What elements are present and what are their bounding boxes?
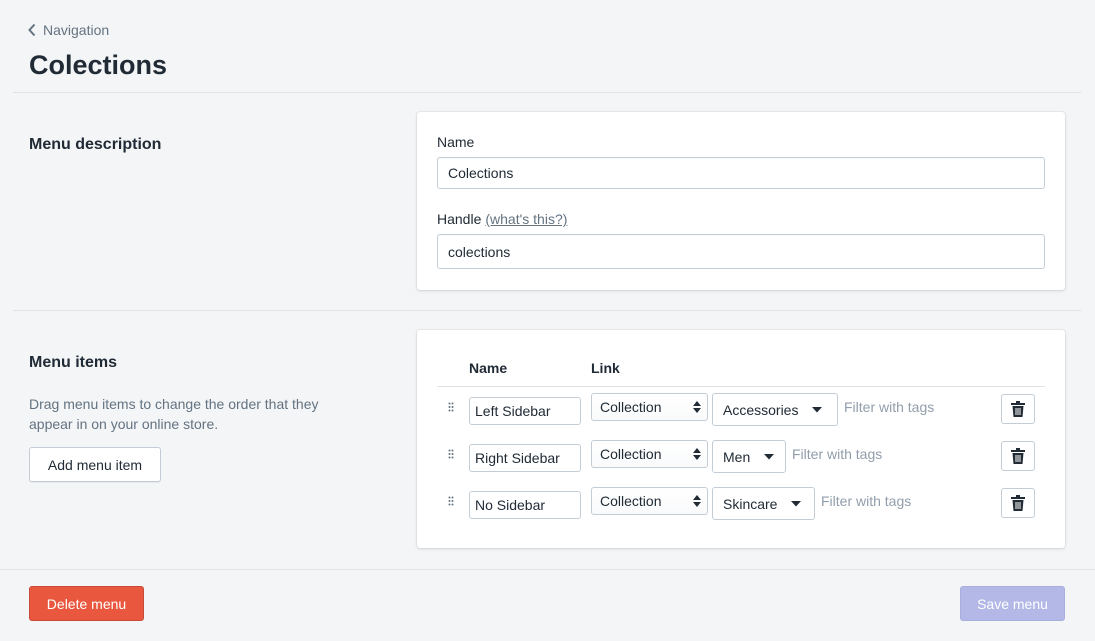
updown-arrow-icon — [693, 495, 701, 507]
menu-description-card: Name Colections Handle (what's this?) col… — [417, 112, 1065, 290]
table-row: Left Sidebar Collection Accessories Filt… — [417, 393, 1065, 437]
divider — [13, 310, 1081, 311]
handle-input[interactable]: colections — [437, 234, 1045, 269]
menu-description-heading: Menu description — [29, 136, 162, 153]
link-type-select[interactable]: Collection — [591, 393, 708, 421]
whats-this-link[interactable]: (what's this?) — [485, 211, 567, 227]
menu-items-description: Drag menu items to change the order that… — [29, 396, 319, 432]
updown-arrow-icon — [693, 448, 701, 460]
link-target-select[interactable]: Accessories — [712, 393, 838, 426]
link-target-select[interactable]: Skincare — [712, 487, 815, 520]
menu-item-name-input[interactable]: No Sidebar — [469, 491, 581, 519]
table-row: Right Sidebar Collection Men Filter with… — [417, 440, 1065, 484]
handle-label: Handle — [437, 211, 482, 227]
menu-item-name-input[interactable]: Right Sidebar — [469, 444, 581, 472]
menu-items-card: Name Link Left Sidebar Collection Access… — [417, 330, 1065, 548]
caret-down-icon — [791, 500, 802, 506]
link-type-value: Collection — [600, 446, 662, 462]
caret-down-icon — [812, 406, 823, 412]
trash-icon — [1011, 448, 1025, 464]
page-title: Colections — [29, 50, 168, 80]
link-target-value: Men — [723, 448, 751, 465]
link-type-select[interactable]: Collection — [591, 487, 708, 515]
table-row: No Sidebar Collection Skincare Filter wi… — [417, 487, 1065, 531]
filter-with-tags-link[interactable]: Filter with tags — [821, 493, 911, 509]
filter-with-tags-link[interactable]: Filter with tags — [792, 446, 882, 462]
delete-item-button[interactable] — [1001, 441, 1035, 471]
delete-menu-button[interactable]: Delete menu — [29, 586, 144, 621]
link-type-value: Collection — [600, 399, 662, 415]
divider — [13, 92, 1081, 93]
link-type-value: Collection — [600, 493, 662, 509]
drag-handle-icon[interactable] — [448, 495, 454, 513]
chevron-left-icon — [28, 23, 36, 37]
caret-down-icon — [764, 453, 775, 459]
trash-icon — [1011, 495, 1025, 511]
link-target-value: Skincare — [723, 495, 778, 512]
handle-label-row: Handle (what's this?) — [437, 211, 567, 227]
table-divider — [437, 386, 1045, 387]
breadcrumb-label: Navigation — [43, 22, 110, 38]
save-menu-button[interactable]: Save menu — [960, 586, 1065, 621]
breadcrumb[interactable]: Navigation — [27, 22, 109, 38]
column-header-name: Name — [469, 360, 508, 376]
delete-item-button[interactable] — [1001, 488, 1035, 518]
menu-item-name-input[interactable]: Left Sidebar — [469, 397, 581, 425]
add-menu-item-button[interactable]: Add menu item — [29, 447, 161, 482]
footer-bar: Delete menu Save menu — [0, 569, 1095, 641]
drag-handle-icon[interactable] — [448, 401, 454, 419]
link-target-select[interactable]: Men — [712, 440, 786, 473]
link-type-select[interactable]: Collection — [591, 440, 708, 468]
column-header-link: Link — [591, 360, 620, 376]
name-input[interactable]: Colections — [437, 157, 1045, 189]
filter-with-tags-link[interactable]: Filter with tags — [844, 399, 934, 415]
drag-handle-icon[interactable] — [448, 448, 454, 466]
trash-icon — [1011, 401, 1025, 417]
name-label: Name — [437, 134, 475, 150]
link-target-value: Accessories — [723, 401, 799, 418]
updown-arrow-icon — [693, 401, 701, 413]
menu-items-heading: Menu items — [29, 354, 118, 371]
delete-item-button[interactable] — [1001, 394, 1035, 424]
